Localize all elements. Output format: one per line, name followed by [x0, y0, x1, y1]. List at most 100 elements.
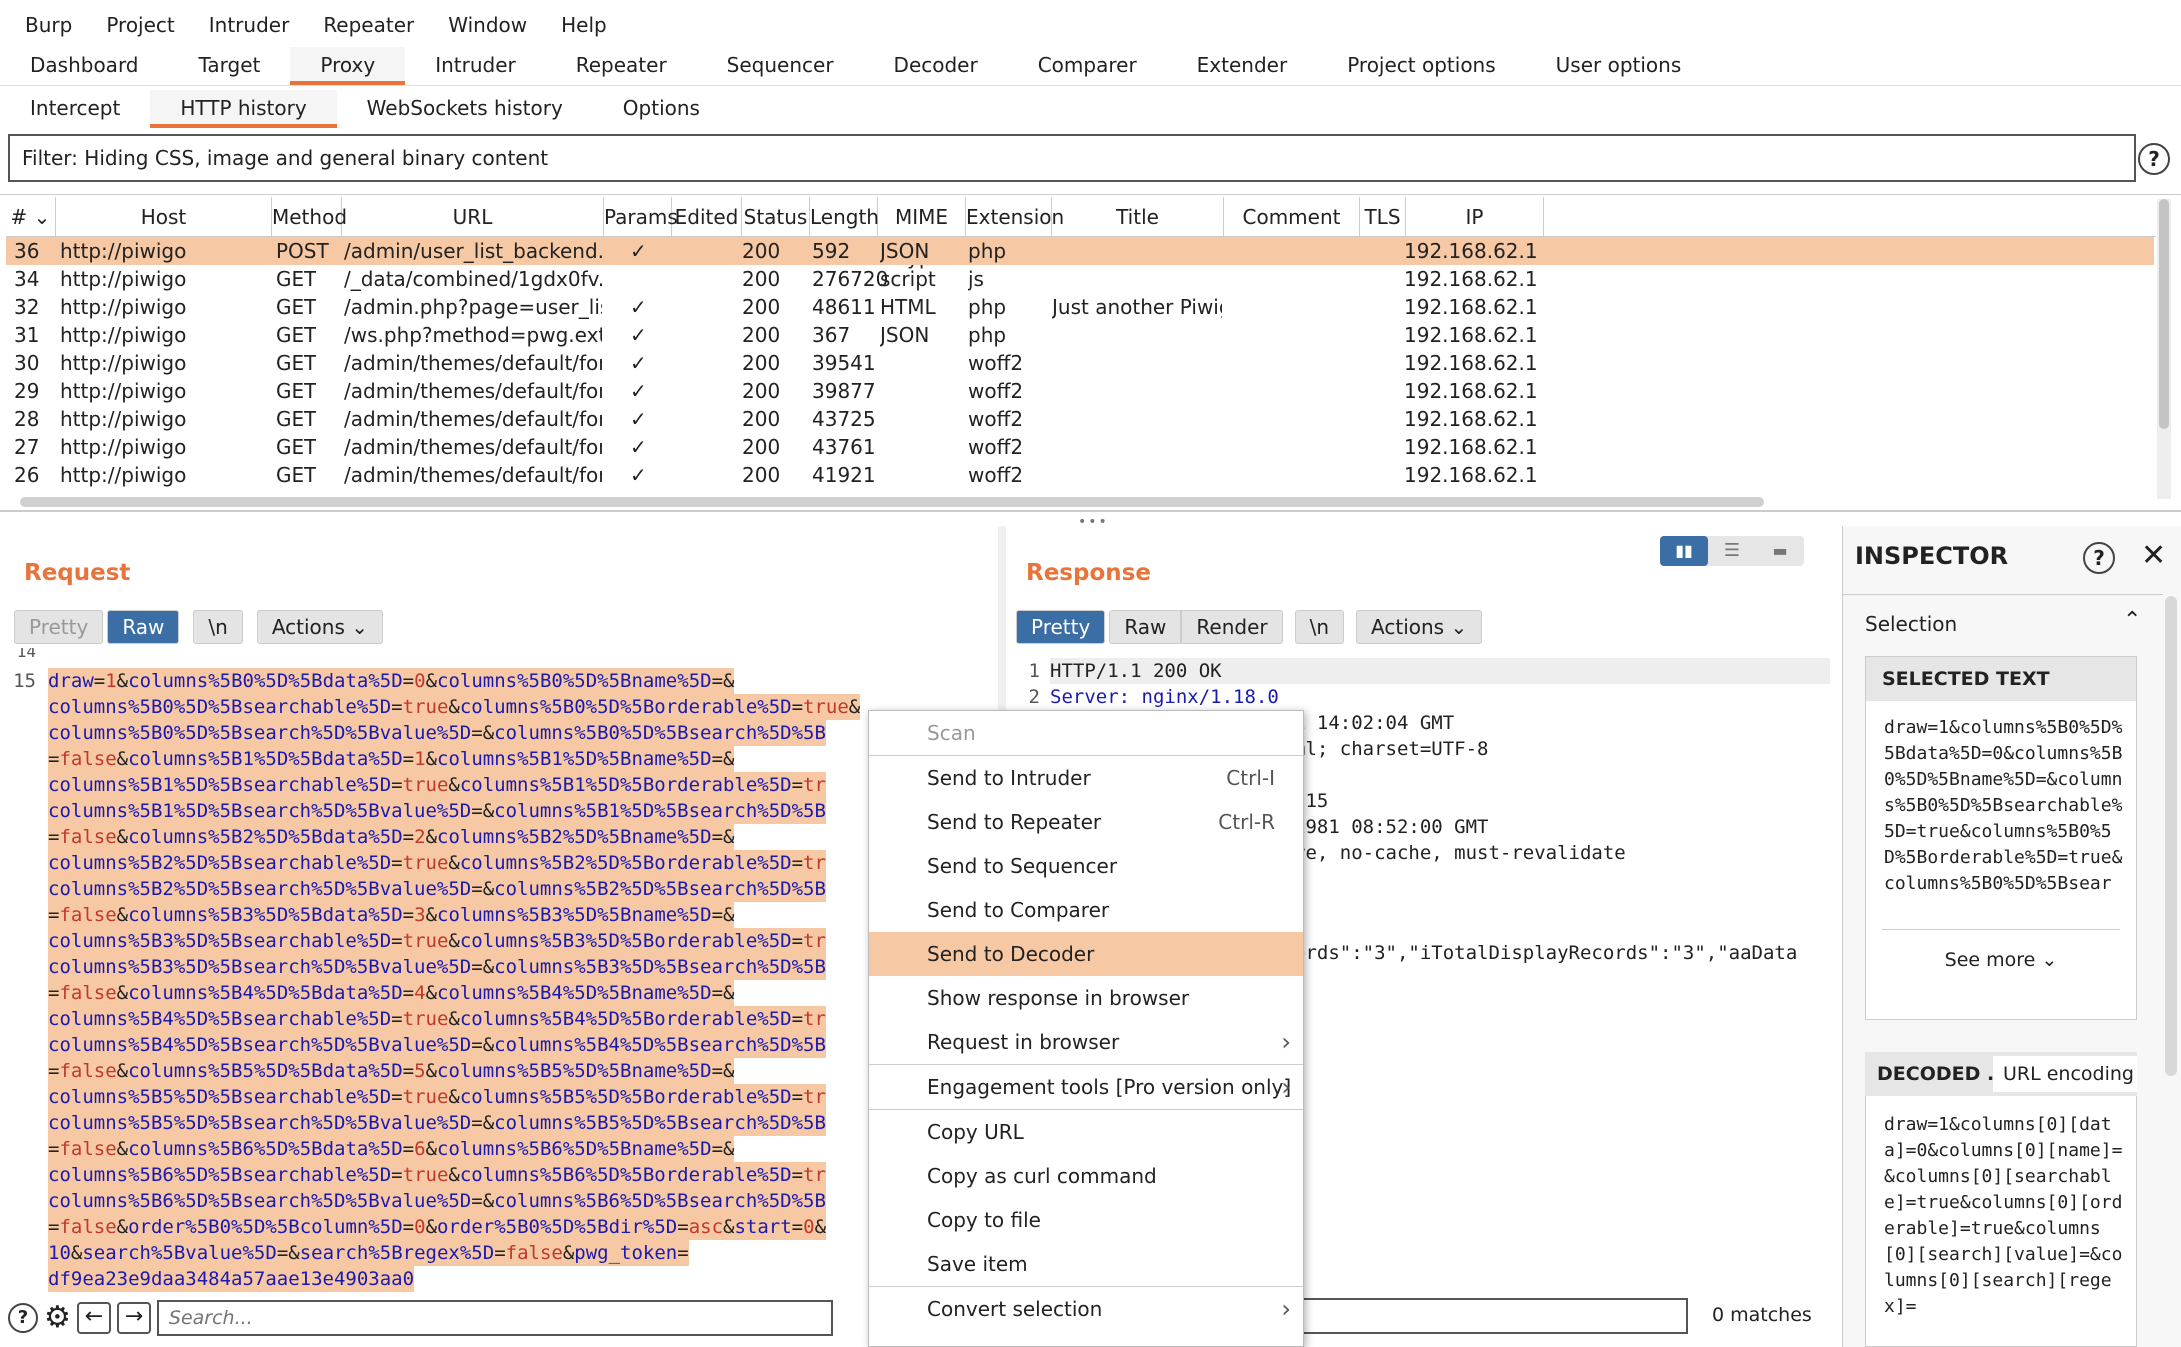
column-header-params[interactable]: Params — [604, 197, 678, 237]
response-raw-button[interactable]: Raw — [1109, 610, 1182, 644]
cell-ext: woff2 — [968, 435, 1024, 459]
context-menu-item-copy-to-file[interactable]: Copy to file — [869, 1198, 1303, 1242]
table-row[interactable]: 32 http://piwigo GET/admin.php?page=user_l… — [6, 293, 2154, 321]
subtab-intercept[interactable]: Intercept — [0, 90, 150, 128]
tab-decoder[interactable]: Decoder — [864, 47, 1008, 85]
table-row[interactable]: 28 http://piwigo GET/admin/themes/default/… — [6, 405, 2154, 433]
context-menu-item-engagement-tools-pro-version-only[interactable]: Engagement tools [Pro version only] › — [869, 1065, 1303, 1109]
column-header-host[interactable]: Host — [56, 197, 272, 237]
subtab-options[interactable]: Options — [593, 90, 730, 128]
column-header-ip[interactable]: IP — [1406, 197, 1544, 237]
split-vertical-icon[interactable]: ☰ — [1708, 536, 1756, 566]
filter-help-icon[interactable]: ? — [2138, 143, 2170, 175]
cell-params: ✓ — [630, 351, 647, 375]
table-row[interactable]: 31 http://piwigo GET/ws.php?method=pwg.ext… — [6, 321, 2154, 349]
splitter-handle[interactable]: ••• — [1078, 514, 1109, 530]
context-menu-item-send-to-intruder[interactable]: Send to Intruder Ctrl-I — [869, 756, 1303, 800]
menu-item-label: Request in browser — [927, 1030, 1120, 1054]
column-header-method[interactable]: Method — [272, 197, 347, 237]
gear-icon[interactable]: ⚙ — [44, 1303, 71, 1333]
request-actions-dropdown[interactable]: Actions ⌄ — [256, 610, 384, 644]
selection-section-label[interactable]: Selection — [1865, 612, 1957, 636]
tab-comparer[interactable]: Comparer — [1008, 47, 1167, 85]
table-row[interactable]: 36 http://piwigo POST/admin/user_list_back… — [6, 237, 2154, 265]
inspector-scrollbar[interactable] — [2165, 596, 2177, 1076]
column-header-edited[interactable]: Edited — [672, 197, 742, 237]
tab-proxy[interactable]: Proxy — [290, 47, 406, 85]
table-row[interactable]: 26 http://piwigo GET/admin/themes/default/… — [6, 461, 2154, 489]
column-header-tls[interactable]: TLS — [1360, 197, 1406, 237]
chevron-up-icon[interactable]: ⌃ — [2123, 608, 2141, 633]
split-horizontal-icon[interactable]: ▮▮ — [1660, 536, 1708, 566]
response-actions-dropdown[interactable]: Actions ⌄ — [1356, 610, 1483, 644]
tab-user-options[interactable]: User options — [1526, 47, 1712, 85]
subtab-websockets-history[interactable]: WebSockets history — [337, 90, 593, 128]
tab-target[interactable]: Target — [169, 47, 291, 85]
column-header-length[interactable]: Length — [810, 197, 879, 237]
request-newline-button[interactable]: \n — [193, 610, 243, 644]
tab-dashboard[interactable]: Dashboard — [0, 47, 169, 85]
single-panel-icon[interactable]: ▬ — [1756, 536, 1804, 566]
request-editor[interactable]: draw=1&columns%5B0%5D%5Bdata%5D=0&column… — [48, 668, 873, 1293]
column-header-number[interactable]: # ⌄ — [6, 197, 56, 237]
cell-params: ✓ — [630, 239, 647, 263]
url-encoding-tab[interactable]: URL encoding — [1993, 1056, 2137, 1092]
column-header-comment[interactable]: Comment — [1224, 197, 1360, 237]
table-row[interactable]: 29 http://piwigo GET/admin/themes/default/… — [6, 377, 2154, 405]
response-render-button[interactable]: Render — [1181, 610, 1283, 644]
context-menu-item-send-to-decoder[interactable]: Send to Decoder — [869, 932, 1303, 976]
table-vscrollbar[interactable] — [2157, 199, 2171, 499]
filter-bar[interactable]: Filter: Hiding CSS, image and general bi… — [8, 134, 2136, 182]
table-row[interactable]: 34 http://piwigo GET /_data/combined/1gdx0f… — [6, 265, 2154, 293]
context-menu-item-request-in-browser[interactable]: Request in browser › — [869, 1020, 1303, 1064]
response-search-input[interactable] — [1302, 1298, 1688, 1334]
tab-repeater[interactable]: Repeater — [546, 47, 697, 85]
menu-repeater[interactable]: Repeater — [306, 13, 431, 37]
context-menu-item-copy-url[interactable]: Copy URL — [869, 1110, 1303, 1154]
cell-url: /admin/user_list_backend.php — [344, 239, 602, 263]
request-pretty-button[interactable]: Pretty — [14, 610, 104, 644]
subtab-http-history[interactable]: HTTP history — [150, 90, 337, 128]
tab-project-options[interactable]: Project options — [1317, 47, 1525, 85]
menu-help[interactable]: Help — [544, 13, 624, 37]
tab-sequencer[interactable]: Sequencer — [697, 47, 864, 85]
context-menu-item-send-to-sequencer[interactable]: Send to Sequencer — [869, 844, 1303, 888]
column-header-mime-type[interactable]: MIME type — [878, 197, 966, 269]
close-icon[interactable]: ✕ — [2141, 538, 2166, 573]
request-raw-button[interactable]: Raw — [107, 610, 180, 644]
cell-status: 200 — [742, 295, 781, 319]
tab-intruder[interactable]: Intruder — [405, 47, 546, 85]
inspector-help-icon[interactable]: ? — [2083, 542, 2115, 574]
context-menu-item-send-to-comparer[interactable]: Send to Comparer — [869, 888, 1303, 932]
context-menu-item-copy-as-curl-command[interactable]: Copy as curl command — [869, 1154, 1303, 1198]
cell-title — [1052, 405, 1222, 433]
back-arrow-icon[interactable]: ← — [76, 1302, 111, 1334]
column-header-extension[interactable]: Extension — [966, 197, 1064, 237]
see-more-button[interactable]: See more ⌄ — [1866, 930, 2136, 990]
response-header-line: 1 14:02:04 GMT — [1294, 712, 1455, 734]
request-search-input[interactable] — [156, 1300, 833, 1336]
menu-window[interactable]: Window — [431, 13, 544, 37]
help-icon[interactable]: ? — [8, 1303, 38, 1333]
table-hscrollbar[interactable] — [20, 497, 1764, 507]
column-header-status[interactable]: Status — [742, 197, 810, 237]
table-row[interactable]: 30 http://piwigo GET/admin/themes/default/… — [6, 349, 2154, 377]
menu-intruder[interactable]: Intruder — [192, 13, 307, 37]
context-menu-item-save-item[interactable]: Save item — [869, 1242, 1303, 1286]
column-header-label: URL — [452, 205, 493, 229]
menu-burp[interactable]: Burp — [8, 13, 89, 37]
forward-arrow-icon[interactable]: → — [116, 1302, 151, 1334]
column-header-url[interactable]: URL — [342, 197, 604, 237]
column-header-label: Comment — [1242, 205, 1341, 229]
response-pretty-button[interactable]: Pretty — [1016, 610, 1106, 644]
response-newline-button[interactable]: \n — [1294, 610, 1345, 644]
context-menu-item-send-to-repeater[interactable]: Send to Repeater Ctrl-R — [869, 800, 1303, 844]
cell-host: http://piwigo — [60, 379, 187, 403]
context-menu-item-convert-selection[interactable]: Convert selection › — [869, 1287, 1303, 1331]
decoded-tab[interactable]: DECODED ... — [1865, 1052, 2009, 1096]
table-row[interactable]: 27 http://piwigo GET/admin/themes/default/… — [6, 433, 2154, 461]
column-header-title[interactable]: Title — [1052, 197, 1224, 237]
menu-project[interactable]: Project — [89, 13, 191, 37]
tab-extender[interactable]: Extender — [1167, 47, 1318, 85]
context-menu-item-show-response-in-browser[interactable]: Show response in browser — [869, 976, 1303, 1020]
